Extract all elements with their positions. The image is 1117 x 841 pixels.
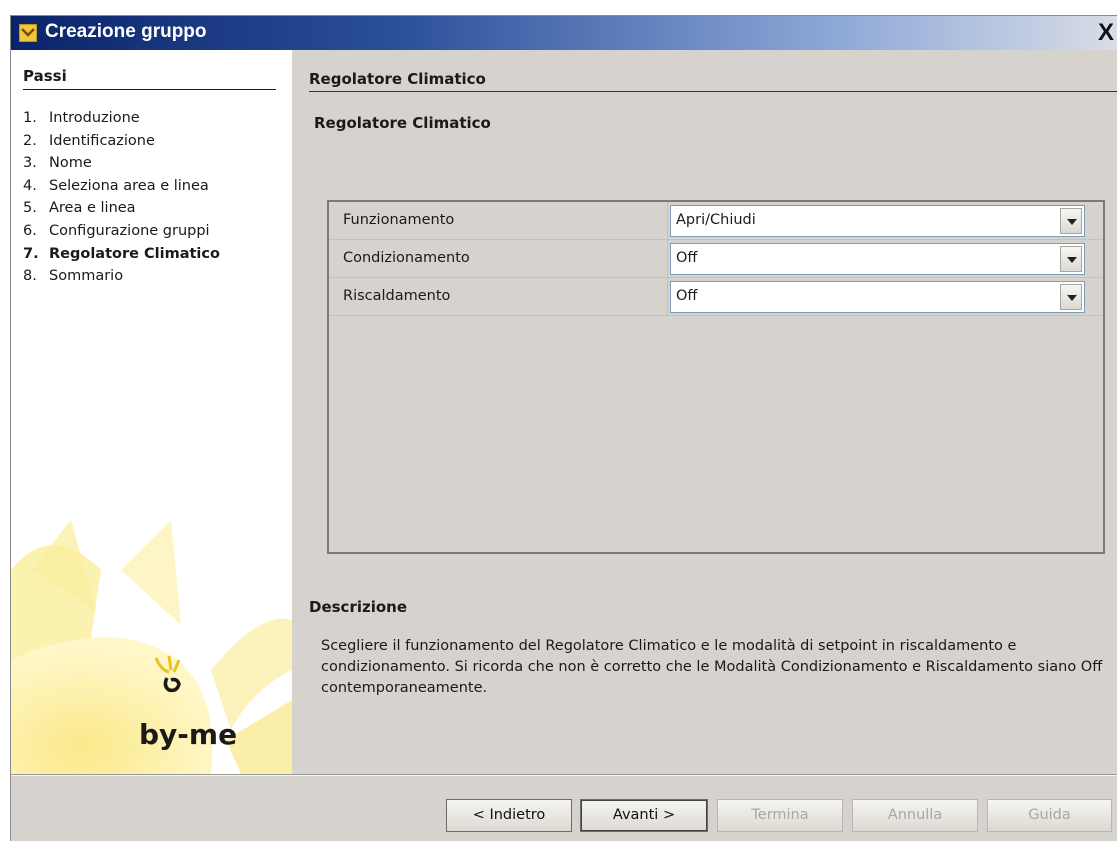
step-label: Introduzione: [49, 110, 140, 126]
chevron-down-icon[interactable]: [1060, 284, 1082, 310]
riscaldamento-dropdown[interactable]: Off: [670, 281, 1085, 313]
grid-row-funzionamento: Funzionamento Apri/Chiudi: [329, 202, 1103, 240]
step-item-active: 7. Regolatore Climatico: [23, 246, 220, 269]
description-text: Scegliere il funzionamento del Regolator…: [321, 638, 1103, 696]
step-number: 5.: [23, 200, 37, 217]
dropdown-value: Off: [676, 250, 698, 266]
row-label: Condizionamento: [343, 250, 470, 266]
step-label: Nome: [49, 155, 92, 172]
wizard-window: Creazione gruppo X Passi 1. Introduzione…: [10, 15, 1117, 841]
column-divider: [667, 202, 668, 240]
row-label: Riscaldamento: [343, 288, 451, 304]
step-number: 7.: [23, 245, 39, 262]
step-number: 1.: [23, 110, 37, 126]
step-number: 8.: [23, 268, 37, 285]
step-number: 3.: [23, 155, 37, 172]
step-number: 4.: [23, 177, 37, 194]
step-item: 4. Seleziona area e linea: [23, 178, 220, 201]
properties-grid: Funzionamento Apri/Chiudi Condizionament…: [327, 200, 1105, 554]
step-label: Sommario: [49, 268, 124, 285]
row-label: Funzionamento: [343, 212, 455, 228]
grid-row-riscaldamento: Riscaldamento Off: [329, 278, 1103, 316]
next-button[interactable]: Avanti >: [580, 799, 708, 832]
step-item: 6. Configurazione gruppi: [23, 223, 220, 246]
step-label: Identificazione: [49, 132, 155, 149]
step-item: 1. Introduzione: [23, 110, 220, 133]
title-divider: [309, 91, 1117, 92]
step-item: 2. Identificazione: [23, 133, 220, 156]
step-item: 3. Nome: [23, 155, 220, 178]
step-number: 6.: [23, 222, 37, 239]
dropdown-value: Off: [676, 288, 698, 304]
window-title: Creazione gruppo: [45, 21, 207, 42]
steps-list: 1. Introduzione 2. Identificazione 3. Nome …: [23, 110, 220, 291]
help-button[interactable]: Guida: [987, 799, 1112, 832]
finish-button[interactable]: Termina: [717, 799, 843, 832]
column-divider: [667, 240, 668, 278]
condizionamento-dropdown[interactable]: Off: [670, 243, 1085, 275]
cancel-button[interactable]: Annulla: [852, 799, 978, 832]
column-divider: [667, 278, 668, 316]
close-button[interactable]: X: [1094, 20, 1117, 46]
description-title: Descrizione: [309, 598, 408, 616]
dropdown-value: Apri/Chiudi: [676, 212, 756, 228]
step-label: Configurazione gruppi: [49, 222, 210, 239]
step-number: 2.: [23, 132, 37, 149]
steps-divider: [23, 89, 276, 90]
chevron-down-icon[interactable]: [1060, 208, 1082, 234]
step-item: 5. Area e linea: [23, 200, 220, 223]
footer-divider-highlight: [11, 775, 1117, 776]
step-item: 8. Sommario: [23, 268, 220, 291]
title-bar[interactable]: Creazione gruppo X: [11, 16, 1117, 50]
steps-heading: Passi: [23, 67, 67, 85]
grid-row-condizionamento: Condizionamento Off: [329, 240, 1103, 278]
page-subtitle: Regolatore Climatico: [314, 114, 491, 132]
row-divider: [329, 315, 1103, 316]
page-title: Regolatore Climatico: [309, 70, 486, 88]
steps-panel: Passi 1. Introduzione 2. Identificazione 3…: [11, 50, 292, 774]
chevron-down-icon[interactable]: [1060, 246, 1082, 272]
step-label: Regolatore Climatico: [49, 245, 220, 262]
funzionamento-dropdown[interactable]: Apri/Chiudi: [670, 205, 1085, 237]
back-button[interactable]: < Indietro: [446, 799, 572, 832]
step-label: Area e linea: [49, 200, 136, 217]
byme-logo: by-me: [139, 718, 238, 751]
step-label: Seleziona area e linea: [49, 177, 209, 194]
app-icon: [19, 24, 37, 42]
